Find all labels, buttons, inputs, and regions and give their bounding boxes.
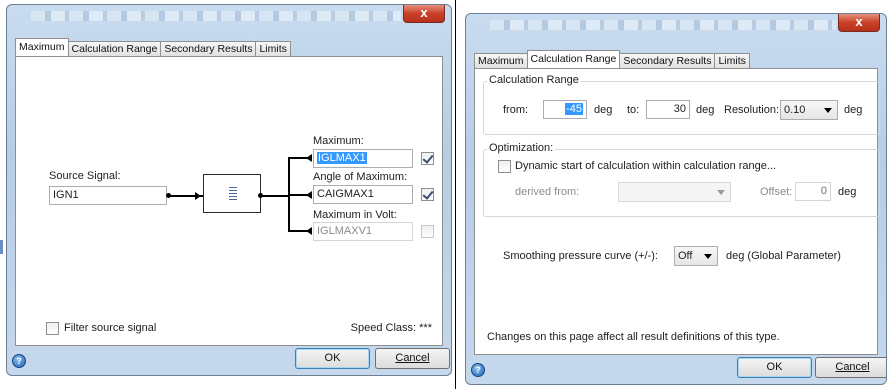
source-signal-field[interactable]: IGN1	[49, 186, 167, 205]
dynamic-start-checkbox[interactable]	[498, 160, 511, 173]
calculation-range-dialog: x Maximum Calculation Range Secondary Re…	[465, 13, 887, 385]
angle-label: Angle of Maximum:	[313, 171, 408, 183]
filter-source-checkbox[interactable]	[46, 322, 59, 335]
tab-limits[interactable]: Limits	[255, 41, 291, 56]
resolution-select[interactable]: 0.10	[780, 100, 838, 120]
maximum-label: Maximum:	[313, 135, 364, 147]
help-icon[interactable]: ?	[471, 363, 485, 377]
volt-field[interactable]: IGLMAXV1	[313, 222, 413, 241]
tab-strip: Maximum Calculation Range Secondary Resu…	[15, 38, 443, 56]
cancel-button[interactable]: Cancel	[375, 348, 450, 369]
tab-maximum[interactable]: Maximum	[15, 38, 69, 56]
ok-button[interactable]: OK	[295, 348, 370, 369]
angle-checkbox[interactable]	[421, 188, 434, 201]
tab-maximum[interactable]: Maximum	[474, 53, 528, 68]
tab-limits[interactable]: Limits	[714, 53, 750, 68]
volt-label: Maximum in Volt:	[313, 209, 397, 221]
resolution-label: Resolution:	[724, 104, 780, 116]
title-bar	[31, 11, 401, 21]
changes-note: Changes on this page affect all result d…	[487, 331, 780, 343]
from-unit-label: deg	[594, 104, 613, 116]
angle-field[interactable]: CAIGMAX1	[313, 185, 413, 204]
derived-from-select[interactable]	[618, 182, 731, 202]
dialog-footer: ? OK Cancel	[466, 354, 886, 384]
to-field[interactable]: 30	[646, 100, 690, 119]
tab-panel: Calculation Range from: -45 deg to: 30 d…	[474, 68, 880, 355]
dynamic-start-label: Dynamic start of calculation within calc…	[515, 160, 777, 172]
tab-secondary-results[interactable]: Secondary Results	[160, 41, 257, 56]
speed-class-label: Speed Class: ***	[350, 322, 432, 334]
tab-calculation-range[interactable]: Calculation Range	[67, 41, 162, 56]
title-bar	[490, 20, 836, 30]
maximum-field[interactable]: IGLMAX1	[313, 149, 413, 168]
tab-calculation-range[interactable]: Calculation Range	[526, 50, 621, 68]
chevron-down-icon	[717, 190, 725, 195]
from-field[interactable]: -45	[543, 100, 587, 119]
tab-secondary-results[interactable]: Secondary Results	[619, 53, 716, 68]
ok-button[interactable]: OK	[737, 357, 812, 378]
close-button[interactable]: x	[838, 14, 880, 32]
chevron-down-icon	[824, 108, 832, 113]
help-icon[interactable]: ?	[12, 354, 26, 368]
cancel-button-label: Cancel	[835, 361, 870, 373]
tab-strip: Maximum Calculation Range Secondary Resu…	[474, 50, 878, 68]
block-glyph	[229, 187, 237, 201]
offset-label: Offset:	[760, 186, 793, 198]
edge-marker	[0, 240, 3, 254]
separator-line	[455, 0, 456, 389]
block-output-dot	[258, 193, 263, 198]
cancel-button-label: Cancel	[395, 352, 430, 364]
to-unit-label: deg	[696, 104, 715, 116]
block-input-arrow	[195, 192, 201, 200]
resolution-unit-label: deg	[844, 104, 863, 116]
dialog-footer: ? OK Cancel	[7, 345, 451, 375]
derived-from-label: derived from:	[515, 186, 580, 198]
filter-source-label: Filter source signal	[64, 322, 157, 334]
offset-unit-label: deg	[838, 186, 857, 198]
angle-arrow	[306, 191, 312, 199]
volt-arrow	[306, 227, 312, 235]
close-button[interactable]: x	[403, 5, 445, 23]
optimization-title: Optimization:	[487, 142, 556, 154]
maximum-function-block	[203, 174, 261, 213]
block-output-wire	[261, 195, 289, 197]
smoothing-label: Smoothing pressure curve (+/-):	[503, 250, 658, 262]
from-label: from:	[503, 104, 529, 116]
tab-panel: Maximum: IGLMAX1 Angle of Maximum: CAIGM…	[15, 56, 443, 346]
maximum-dialog: x Maximum Calculation Range Secondary Re…	[6, 4, 452, 376]
resolution-value: 0.10	[784, 104, 806, 116]
offset-field[interactable]: 0	[795, 182, 831, 201]
source-signal-label: Source Signal:	[49, 170, 121, 182]
smoothing-select[interactable]: Off	[674, 246, 718, 266]
smoothing-value: Off	[678, 250, 693, 262]
volt-checkbox[interactable]	[421, 225, 434, 238]
maximum-arrow	[306, 154, 312, 162]
cancel-button[interactable]: Cancel	[815, 357, 886, 378]
calculation-range-title: Calculation Range	[487, 74, 581, 86]
chevron-down-icon	[704, 254, 712, 259]
maximum-checkbox[interactable]	[421, 152, 434, 165]
screenshot-stage: x Maximum Calculation Range Secondary Re…	[0, 0, 889, 389]
to-label: to:	[627, 104, 640, 116]
smoothing-suffix: deg (Global Parameter)	[726, 250, 841, 262]
